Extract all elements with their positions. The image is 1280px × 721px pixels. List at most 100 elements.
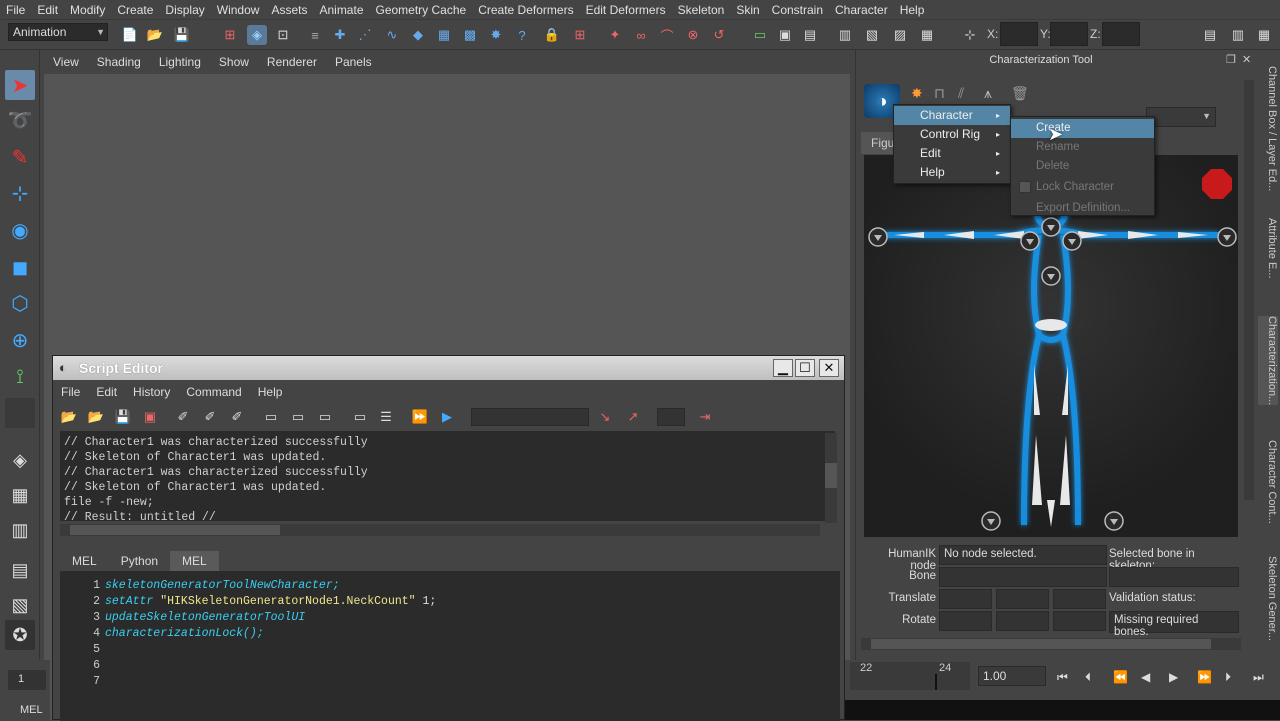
step-forward-frame-icon[interactable]: ⏩ <box>1197 670 1212 684</box>
viewport-menu-shading[interactable]: Shading <box>88 55 150 69</box>
se-menu-command[interactable]: Command <box>178 385 249 399</box>
help-icon[interactable]: ? <box>512 25 532 45</box>
props-hscroll-thumb[interactable] <box>871 639 1211 649</box>
create-skeleton-icon[interactable]: ✸ <box>911 85 923 102</box>
ipr-render-icon[interactable]: ✸ <box>486 25 506 45</box>
select-object-icon[interactable]: ◈ <box>247 25 267 45</box>
tab-python[interactable]: Python <box>109 551 170 571</box>
submenu-delete[interactable]: Delete <box>1011 157 1154 176</box>
attribute-editor-toggle-icon[interactable]: ▤ <box>1200 25 1220 45</box>
graph-editor-icon[interactable]: ▧ <box>862 25 882 45</box>
echo-commands-icon[interactable]: ▭ <box>350 407 370 427</box>
close-button[interactable]: ✕ <box>819 359 839 377</box>
select-camera-icon[interactable]: ⊞ <box>570 25 590 45</box>
select-hierarchy-icon[interactable]: ⊞ <box>220 25 240 45</box>
outliner-layout-icon[interactable]: ▥ <box>5 515 35 545</box>
select-tool-icon[interactable]: ➤ <box>5 70 35 100</box>
menu-edit-deformers[interactable]: Edit Deformers <box>580 3 672 17</box>
clear-history-icon[interactable]: ✐ <box>173 407 193 427</box>
clear-all-icon[interactable]: ✐ <box>227 407 247 427</box>
se-menu-edit[interactable]: Edit <box>88 385 125 399</box>
render-icon[interactable]: ▩ <box>460 25 480 45</box>
source-script-icon[interactable]: 📂 <box>86 407 106 427</box>
viewport-menu-panels[interactable]: Panels <box>326 55 381 69</box>
execute-all-icon[interactable]: ⏩ <box>410 407 430 427</box>
maximize-button[interactable]: ☐ <box>795 359 815 377</box>
rotate-tool-icon[interactable]: ◉ <box>5 215 35 245</box>
render-settings-icon[interactable]: ▣ <box>775 25 795 45</box>
history-hscroll-thumb[interactable] <box>70 525 280 535</box>
se-menu-file[interactable]: File <box>53 385 88 399</box>
menu-item-help[interactable]: Help ▸ <box>894 163 1010 182</box>
curve-icon[interactable]: ↺ <box>709 25 729 45</box>
universal-manipulator-icon[interactable]: ⬡ <box>5 288 35 318</box>
search-up-icon[interactable]: ↗ <box>623 407 643 427</box>
last-tool-slot[interactable] <box>5 398 35 428</box>
scale-tool-icon[interactable]: ◼ <box>5 252 35 282</box>
history-hscrollbar[interactable] <box>60 524 820 536</box>
outliner-icon[interactable]: ▥ <box>835 25 855 45</box>
show-input-icon[interactable]: ▭ <box>288 407 308 427</box>
script-history-pane[interactable]: // Character1 was characterized successf… <box>60 431 837 524</box>
props-hscrollbar[interactable] <box>861 638 1241 650</box>
define-skeleton-icon[interactable]: ⊓ <box>934 85 945 102</box>
menu-edit[interactable]: Edit <box>31 3 64 17</box>
four-view-layout-icon[interactable]: ▦ <box>5 480 35 510</box>
snap-curve-icon[interactable]: ✚ <box>330 25 350 45</box>
joint-icon[interactable]: ⌒ <box>657 25 677 45</box>
save-to-shelf-icon[interactable]: ▣ <box>140 407 160 427</box>
open-scene-icon[interactable]: 📂 <box>145 25 165 45</box>
menu-set-dropdown[interactable]: Animation ▼ <box>8 23 108 41</box>
menu-item-edit[interactable]: Edit ▸ <box>894 144 1010 163</box>
save-script-icon[interactable]: 💾 <box>113 407 133 427</box>
mel-command-line-label[interactable]: MEL <box>20 704 43 716</box>
viewport-menu-show[interactable]: Show <box>210 55 258 69</box>
submenu-rename[interactable]: Rename <box>1011 138 1154 157</box>
go-to-end-icon[interactable]: ⏭ <box>1253 670 1264 685</box>
menu-modify[interactable]: Modify <box>64 3 111 17</box>
submenu-lock-character[interactable]: Lock Character <box>1011 178 1154 197</box>
goto-line-icon[interactable]: ⇥ <box>695 407 715 427</box>
open-script-icon[interactable]: 📂 <box>59 407 79 427</box>
se-menu-help[interactable]: Help <box>250 385 291 399</box>
skin-icon[interactable]: ⊗ <box>683 25 703 45</box>
paint-select-tool-icon[interactable]: ✎ <box>5 142 35 172</box>
tab-characterization[interactable]: Characterization... <box>1258 316 1278 406</box>
search-down-icon[interactable]: ↘ <box>595 407 615 427</box>
show-both-icon[interactable]: ▭ <box>315 407 335 427</box>
history-vscrollbar[interactable] <box>825 433 837 523</box>
menu-item-control-rig[interactable]: Control Rig ▸ <box>894 125 1010 144</box>
menu-skeleton[interactable]: Skeleton <box>672 3 731 17</box>
step-back-key-icon[interactable]: ⏴ <box>1085 670 1091 685</box>
menu-window[interactable]: Window <box>211 3 266 17</box>
move-tool-icon[interactable]: ⊹ <box>5 178 35 208</box>
script-editor-titlebar[interactable]: ◐ Script Editor ▁ ☐ ✕ <box>53 356 844 380</box>
single-perspective-layout-icon[interactable]: ◈ <box>5 445 35 475</box>
create-control-rig-icon[interactable]: ⫽ <box>958 85 964 102</box>
y-field[interactable] <box>1050 22 1088 46</box>
show-manipulator-icon[interactable]: ⟟ <box>5 362 35 392</box>
tab-mel-2[interactable]: MEL <box>170 551 219 571</box>
history-icon[interactable]: ▦ <box>434 25 454 45</box>
constraint-icon[interactable]: ✦ <box>605 25 625 45</box>
tab-mel-1[interactable]: MEL <box>60 551 109 571</box>
menu-animate[interactable]: Animate <box>313 3 369 17</box>
transform-mode-icon[interactable]: ⊹ <box>960 25 980 45</box>
execute-icon[interactable]: ▶ <box>437 407 457 427</box>
snap-point-icon[interactable]: ⋰ <box>355 25 375 45</box>
x-field[interactable] <box>1000 22 1038 46</box>
select-component-icon[interactable]: ⊡ <box>273 25 293 45</box>
tab-skeleton-generator[interactable]: Skeleton Gener... <box>1258 556 1278 641</box>
menu-skin[interactable]: Skin <box>730 3 765 17</box>
delete-icon[interactable]: 🗑 <box>1011 85 1029 102</box>
menu-constrain[interactable]: Constrain <box>766 3 829 17</box>
lock-icon[interactable]: 🔒 <box>542 25 562 45</box>
clear-input-icon[interactable]: ✐ <box>200 407 220 427</box>
viewport-menu-lighting[interactable]: Lighting <box>150 55 210 69</box>
menu-display[interactable]: Display <box>159 3 210 17</box>
submenu-create[interactable]: Create <box>1011 119 1154 138</box>
submenu-export-definition[interactable]: Export Definition... <box>1011 199 1154 218</box>
menu-file[interactable]: File <box>0 3 31 17</box>
menu-create-deformers[interactable]: Create Deformers <box>472 3 579 17</box>
tab-character-controls[interactable]: Character Cont... <box>1258 440 1278 524</box>
